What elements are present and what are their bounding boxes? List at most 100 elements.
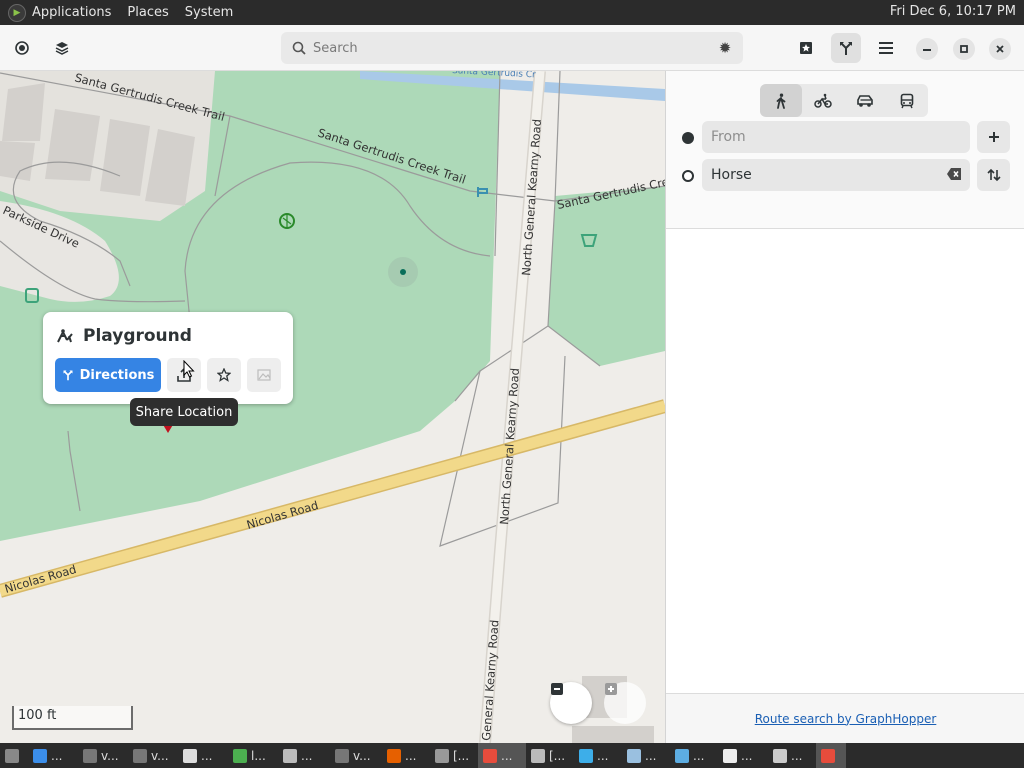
to-input-value: Horse [711,167,752,183]
taskbar-item[interactable] [816,743,846,768]
taskbar-item[interactable]: [... [430,743,478,768]
zoom-out-icon [551,683,563,695]
taskbar-item-label: ... [201,748,213,763]
taskbar-item[interactable]: ... [718,743,768,768]
clear-text-icon[interactable] [946,167,962,181]
camera-icon [435,748,449,763]
location-icon[interactable] [7,33,37,63]
search-input[interactable]: Search [313,41,715,56]
taskbar-item[interactable]: ... [622,743,670,768]
taskbar-item[interactable]: ... [178,743,228,768]
mode-walk-button[interactable] [760,84,802,117]
maximize-icon[interactable] [953,38,975,60]
globe-icon [579,748,593,763]
taskbar-item-label: ... [51,748,63,763]
taskbar-item-label: ... [301,748,313,763]
mode-bike-button[interactable] [802,84,844,117]
taskbar-item[interactable]: ... [670,743,718,768]
taskbar-item[interactable]: ... [478,743,526,768]
taskbar-item[interactable]: ... [382,743,430,768]
star-icon [217,368,231,382]
place-title: Playground [83,326,192,346]
swap-icon [986,168,1001,182]
image-icon [257,369,271,381]
taskbar-item-label: v... [353,748,371,763]
close-icon[interactable] [989,38,1011,60]
search-icon [291,40,307,56]
taskbar-item-label: l... [251,748,266,763]
zoom-in-icon [605,683,617,695]
taskbar-item[interactable]: ... [278,743,330,768]
places-menu[interactable]: Places [127,5,168,20]
clock[interactable]: Fri Dec 6, 10:17 PM [890,4,1016,19]
system-menu[interactable]: System [185,5,233,20]
taskbar-item[interactable]: l... [228,743,278,768]
route-sidebar: From Horse Route search by GraphHopper [665,71,1024,743]
graphhopper-link[interactable]: Route search by GraphHopper [755,712,937,726]
terminal-icon [133,748,147,763]
taskbar-item-label: v... [151,748,169,763]
taskbar-item[interactable]: ... [574,743,622,768]
taskbar-item[interactable]: v... [330,743,382,768]
directions-icon[interactable] [831,33,861,63]
system-logo-icon[interactable]: ▶ [8,3,26,22]
taskbar-item[interactable]: v... [78,743,128,768]
taskbar-item-label: ... [597,748,609,763]
to-input[interactable]: Horse [702,159,970,191]
favorites-icon[interactable] [791,33,821,63]
zoom-in-button[interactable] [604,682,646,724]
terminal-icon [83,748,97,763]
taskbar-item-label: ... [501,748,513,763]
gear-icon[interactable]: ✹ [715,39,735,57]
firefox-icon [387,748,401,763]
directions-label: Directions [79,367,155,383]
transit-icon [900,93,914,108]
place-popover: Playground Directions [43,312,293,404]
maps-active-icon [821,748,835,763]
mouse-cursor-icon [183,360,195,378]
favorite-button[interactable] [207,358,241,392]
search-box[interactable]: Search ✹ [281,32,743,64]
weather-icon [675,748,689,763]
taskbar-item-label: v... [101,748,119,763]
to-bullet-icon [682,170,694,182]
mode-transit-button[interactable] [886,84,928,117]
applications-menu[interactable]: Applications [32,5,111,20]
maps-icon [483,748,497,763]
taskbar-item-label: [... [549,748,566,763]
disk-icon [773,748,787,763]
taskbar-item[interactable]: [... [526,743,574,768]
car-icon [857,94,873,107]
directions-button[interactable]: Directions [55,358,161,392]
swap-direction-button[interactable] [977,159,1010,191]
taskbar-item[interactable] [0,743,28,768]
mode-car-button[interactable] [844,84,886,117]
add-via-button[interactable] [977,121,1010,153]
taskbar-item-label: ... [741,748,753,763]
taskbar-item-label: ... [645,748,657,763]
minimize-icon[interactable] [916,38,938,60]
playground-icon [57,329,73,343]
map-canvas[interactable]: Santa Gertrudis Creek Trail Santa Gertru… [0,71,665,743]
building [572,726,654,743]
screenshot-icon [531,748,545,763]
map-view[interactable]: Santa Gertrudis Creek Trail Santa Gertru… [0,71,665,743]
from-input[interactable]: From [702,121,970,153]
menu-icon[interactable] [871,33,901,63]
plus-icon [988,132,999,142]
layers-icon[interactable] [47,33,77,63]
taskbar-item-label: ... [693,748,705,763]
window-icon [183,748,197,763]
taskbar-item-label: [... [453,748,470,763]
home-icon [723,748,737,763]
taskbar-item[interactable]: ... [768,743,816,768]
system-top-bar: ▶ Applications Places System Fri Dec 6, … [0,0,1024,25]
bike-icon [814,93,832,108]
folder-icon [283,748,297,763]
taskbar-item[interactable]: v... [128,743,178,768]
zoom-out-button[interactable] [550,682,592,724]
transport-mode-switcher [760,84,928,117]
view-photo-button[interactable] [247,358,281,392]
settings-icon [627,748,641,763]
taskbar-item[interactable]: ... [28,743,78,768]
